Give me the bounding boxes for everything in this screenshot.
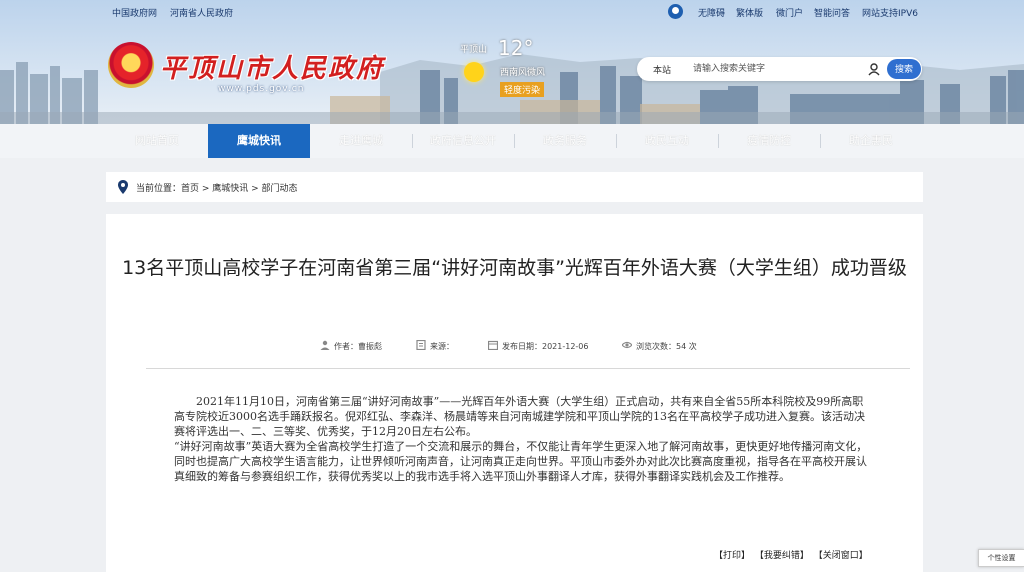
breadcrumb: 当前位置：首页 > 鹰城快讯 > 部门动态 xyxy=(106,172,923,202)
close-window-link[interactable]: 【关闭窗口】 xyxy=(814,551,868,561)
link-traditional[interactable]: 繁体版 xyxy=(736,6,763,19)
meta-source: 来源： xyxy=(430,342,454,351)
article-paragraph: “讲好河南故事”英语大赛为全省高校学生打造了一个交流和展示的舞台，不仅能让青年学… xyxy=(174,440,868,483)
sun-icon xyxy=(464,62,484,82)
personal-settings-tab[interactable]: 个性设置 xyxy=(978,549,1024,567)
site-header: 中国政府网 河南省人民政府 无障碍 繁体版 微门户 智能问答 网站支持IPV6 … xyxy=(0,0,1024,124)
calendar-icon xyxy=(488,340,498,350)
author-icon xyxy=(320,340,330,350)
article-meta: 作者：曹振彪 来源： 发布日期：2021-12-06 浏览次数：54 次 xyxy=(106,340,923,354)
link-henan-gov[interactable]: 河南省人民政府 xyxy=(170,6,233,19)
nav-item-about[interactable]: 走进鹰城 xyxy=(310,124,412,158)
search-scope[interactable]: 本站 xyxy=(653,63,671,76)
nav-item-home[interactable]: 网站首页 xyxy=(106,124,208,158)
air-quality-badge: 轻度污染 xyxy=(500,82,545,97)
article-actions: 【打印】 【我要纠错】 【关闭窗口】 xyxy=(714,548,870,561)
weather-condition: 西南风微风 xyxy=(500,68,546,78)
main-nav: 网站首页 鹰城快讯 走进鹰城 政府信息公开 政务服务 政民互动 疫情防控 助企惠… xyxy=(0,124,1024,158)
meta-date: 发布日期：2021-12-06 xyxy=(502,342,589,351)
top-bar: 中国政府网 河南省人民政府 无障碍 繁体版 微门户 智能问答 网站支持IPV6 xyxy=(0,0,1024,24)
nav-item-benefits[interactable]: 助企惠民 xyxy=(820,124,922,158)
nav-item-gov-info[interactable]: 政府信息公开 xyxy=(412,124,514,158)
link-smart-qa[interactable]: 智能问答 xyxy=(814,6,850,19)
article-body: 2021年11月10日，河南省第三届“讲好河南故事”——光辉百年外语大赛（大学生… xyxy=(174,394,874,484)
article-title: 13名平顶山高校学子在河南省第三届“讲好河南故事”光辉百年外语大赛（大学生组）成… xyxy=(122,257,907,279)
link-ipv6[interactable]: 网站支持IPV6 xyxy=(862,6,918,19)
link-micro-portal[interactable]: 微门户 xyxy=(776,6,803,19)
nav-item-news[interactable]: 鹰城快讯 xyxy=(208,124,310,158)
nav-item-epidemic[interactable]: 疫情防控 xyxy=(718,124,820,158)
search-input[interactable] xyxy=(693,60,863,78)
report-error-link[interactable]: 【我要纠错】 xyxy=(755,551,809,561)
search-button[interactable]: 搜索 xyxy=(887,59,921,79)
location-pin-icon xyxy=(118,180,128,194)
voice-search-icon[interactable] xyxy=(867,62,881,76)
meta-divider xyxy=(146,368,910,369)
source-icon xyxy=(416,340,426,350)
print-link[interactable]: 【打印】 xyxy=(714,551,750,561)
link-accessibility[interactable]: 无障碍 xyxy=(698,6,725,19)
site-domain: www.pds.gov.cn xyxy=(218,84,305,94)
breadcrumb-text[interactable]: 当前位置：首页 > 鹰城快讯 > 部门动态 xyxy=(136,181,298,194)
weather-temperature: 12° xyxy=(498,36,534,60)
nav-item-interaction[interactable]: 政民互动 xyxy=(616,124,718,158)
user-icon[interactable] xyxy=(668,4,683,19)
site-title[interactable]: 平顶山市人民政府 xyxy=(160,48,384,85)
national-emblem-icon xyxy=(108,42,154,88)
meta-views: 浏览次数：54 次 xyxy=(636,342,697,351)
article-paragraph: 2021年11月10日，河南省第三届“讲好河南故事”——光辉百年外语大赛（大学生… xyxy=(174,395,865,438)
search-box: 本站 搜索 xyxy=(637,57,922,81)
eye-icon xyxy=(622,341,632,349)
link-gov-cn[interactable]: 中国政府网 xyxy=(112,6,157,19)
meta-author: 作者：曹振彪 xyxy=(334,342,382,351)
nav-item-services[interactable]: 政务服务 xyxy=(514,124,616,158)
weather-city: 平顶山 xyxy=(460,45,488,55)
article-panel: 13名平顶山高校学子在河南省第三届“讲好河南故事”光辉百年外语大赛（大学生组）成… xyxy=(106,214,923,572)
